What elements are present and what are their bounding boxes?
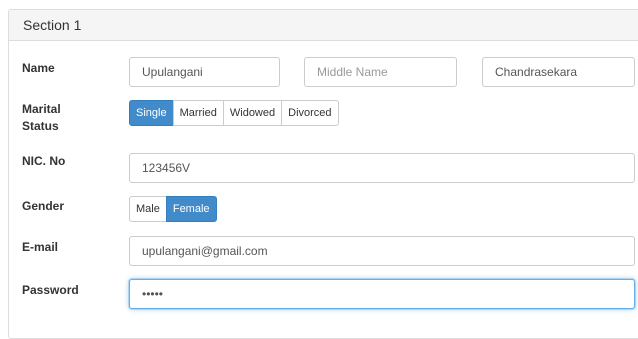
first-name-input[interactable] <box>129 57 280 87</box>
gender-male-button[interactable]: Male <box>129 196 167 222</box>
middle-name-input[interactable] <box>304 57 457 87</box>
section-title: Section 1 <box>9 10 638 41</box>
marital-label-line1: Marital <box>22 102 61 116</box>
password-input[interactable] <box>129 279 635 309</box>
email-input[interactable] <box>129 236 635 266</box>
gender-group: Male Female <box>129 196 217 222</box>
marital-married-button[interactable]: Married <box>172 100 224 126</box>
marital-divorced-button[interactable]: Divorced <box>281 100 339 126</box>
marital-widowed-button[interactable]: Widowed <box>222 100 283 126</box>
marital-status-label: Marital Status <box>22 101 61 135</box>
email-label: E-mail <box>22 240 59 254</box>
last-name-input[interactable] <box>482 57 635 87</box>
nic-label: NIC. No <box>22 154 66 168</box>
marital-single-button[interactable]: Single <box>129 100 174 126</box>
password-label: Password <box>22 283 79 297</box>
gender-label: Gender <box>22 199 65 213</box>
marital-label-line2: Status <box>22 119 59 133</box>
marital-status-group: Single Married Widowed Divorced <box>129 100 339 126</box>
name-label: Name <box>22 61 55 75</box>
gender-female-button[interactable]: Female <box>165 196 217 222</box>
nic-input[interactable] <box>129 153 635 183</box>
